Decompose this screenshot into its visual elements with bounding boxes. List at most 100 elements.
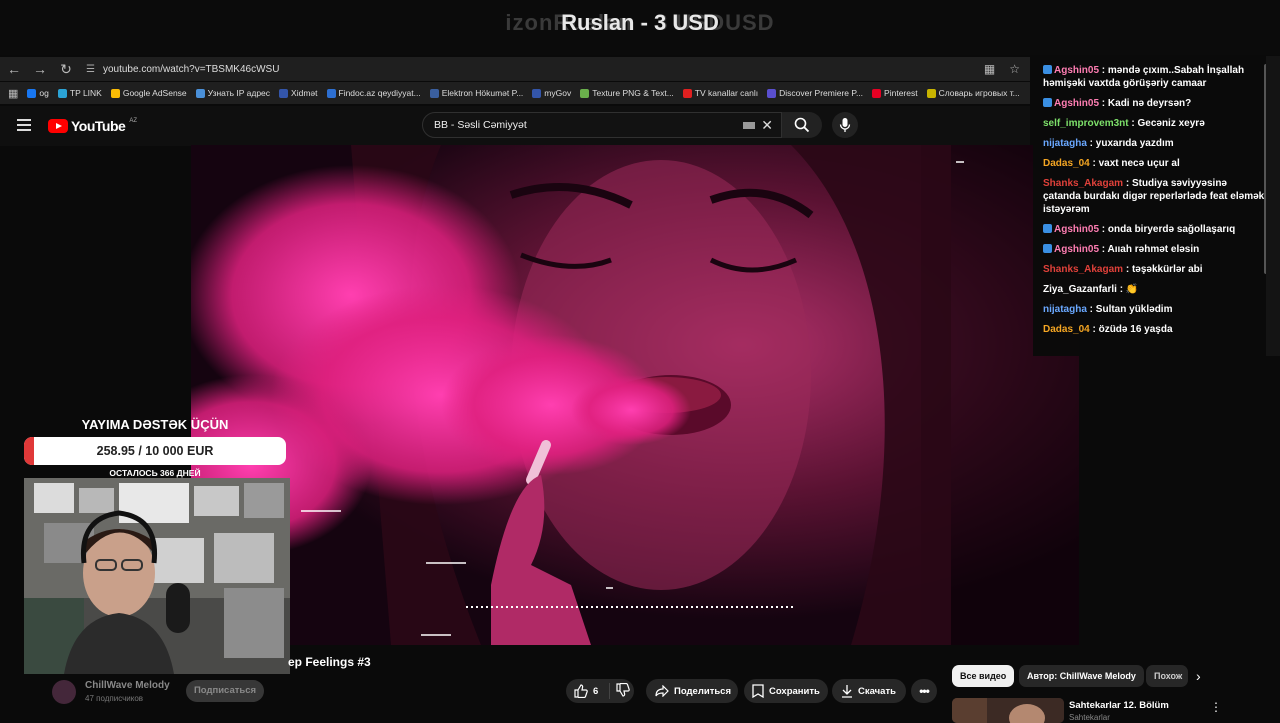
bookmark-label: Xidmət <box>291 88 318 98</box>
like-button[interactable]: 6 <box>566 683 610 699</box>
video-title: ep Feelings #3 <box>288 655 371 669</box>
chat-username: Agshin05 <box>1054 224 1100 235</box>
chat-message: nijatagha : yuxarıda yazdım <box>1033 134 1270 154</box>
recommended-thumbnail <box>952 698 1064 723</box>
youtube-play-icon <box>48 119 68 133</box>
bookmark-favicon-icon <box>195 88 205 98</box>
dislike-button[interactable] <box>610 682 630 700</box>
chat-separator: : <box>1116 284 1126 295</box>
chat-message: Dadas_04 : özüdə 16 yaşda <box>1033 320 1270 340</box>
bookmark-item[interactable]: og <box>27 88 49 98</box>
chat-separator: : <box>1089 324 1099 335</box>
channel-avatar[interactable] <box>52 680 76 704</box>
chat-message: Agshin05 : məndə çıxım..Sabah İnşallah h… <box>1033 61 1270 94</box>
recommended-channel: Sahtekarlar <box>1069 713 1110 722</box>
bookmark-item[interactable]: Findoc.az qeydiyyat... <box>326 88 421 98</box>
bookmark-label: Findoc.az qeydiyyat... <box>338 88 421 98</box>
chip-author[interactable]: Автор: ChillWave Melody <box>1019 665 1144 687</box>
webcam-image <box>24 478 290 674</box>
more-icon: ••• <box>919 684 930 698</box>
bookmark-label: Google AdSense <box>122 88 187 98</box>
share-icon <box>655 685 669 697</box>
chat-username: Ziya_Gazanfarli <box>1043 284 1117 295</box>
clear-search-icon[interactable]: ✕ <box>761 117 773 134</box>
chat-separator: : <box>1086 138 1096 149</box>
bookmark-item[interactable]: Xidmət <box>279 88 318 98</box>
chat-text: yuxarıda yazdım <box>1095 138 1174 149</box>
voice-search-button[interactable] <box>832 112 858 138</box>
download-button[interactable]: Скачать <box>832 679 906 703</box>
chat-separator: : <box>1099 224 1108 235</box>
bookmark-item[interactable]: myGov <box>532 88 571 98</box>
bookmark-label: myGov <box>544 88 572 98</box>
thumbs-up-icon <box>574 684 588 698</box>
bookmark-favicon-icon <box>279 88 289 98</box>
save-button[interactable]: Сохранить <box>744 679 828 703</box>
search-button[interactable] <box>782 112 822 138</box>
chat-separator: : <box>1099 244 1108 255</box>
bookmark-item[interactable]: Discover Premiere P... <box>767 88 863 98</box>
video-frame-image <box>191 145 1079 645</box>
more-actions-button[interactable]: ••• <box>911 679 937 703</box>
bookmark-star-icon[interactable]: ☆ <box>1009 62 1020 76</box>
thumbs-down-icon <box>616 682 630 697</box>
search-input[interactable]: BB - Səsli Cəmiyyət ✕ <box>422 112 782 138</box>
bookmark-item[interactable]: Узнать IP адрес <box>195 88 270 98</box>
bookmark-item[interactable]: Словарь игровых т... <box>926 88 1020 98</box>
menu-icon[interactable] <box>17 119 31 134</box>
save-icon <box>752 684 764 698</box>
url-text: youtube.com/watch?v=TBSMK46cWSU <box>102 63 280 75</box>
recommended-more-icon[interactable]: ⋮ <box>1210 700 1222 714</box>
apps-grid-icon[interactable]: ▦ <box>8 87 18 100</box>
bookmark-label: Discover Premiere P... <box>779 88 864 98</box>
stream-title: Ruslan - 3 USD <box>561 10 719 35</box>
like-count: 6 <box>593 685 599 697</box>
chat-text: özüdə 16 yaşda <box>1098 324 1173 335</box>
right-edge-panel <box>1266 56 1280 356</box>
bookmark-item[interactable]: TV kanallar canlı <box>682 88 758 98</box>
video-player[interactable] <box>191 145 1079 645</box>
chat-separator: : <box>1123 264 1132 275</box>
bookmark-item[interactable]: Pinterest <box>872 88 918 98</box>
chips-next-icon[interactable]: › <box>1196 668 1201 684</box>
donation-amount: 258.95 / 10 000 EUR <box>96 444 214 458</box>
bookmark-item[interactable]: Google AdSense <box>110 88 187 98</box>
microphone-icon <box>839 118 851 132</box>
reload-icon[interactable]: ↻ <box>54 61 78 78</box>
search-query: BB - Səsli Cəmiyyət <box>434 119 527 131</box>
chat-text: Gecəniz xeyrə <box>1137 118 1205 129</box>
chat-separator: : <box>1089 158 1099 169</box>
chat-badge-icon <box>1043 224 1052 233</box>
bookmark-favicon-icon <box>326 88 336 98</box>
chip-all-videos[interactable]: Все видео <box>952 665 1015 687</box>
chat-username: Shanks_Akagam <box>1043 178 1124 189</box>
streamer-webcam <box>24 478 290 674</box>
download-label: Скачать <box>858 685 896 697</box>
keyboard-icon[interactable] <box>743 121 756 129</box>
bookmark-favicon-icon <box>429 88 439 98</box>
share-button[interactable]: Поделиться <box>646 679 738 703</box>
bookmark-favicon-icon <box>872 88 882 98</box>
back-icon[interactable]: ← <box>2 61 26 77</box>
site-info-icon[interactable]: ☰ <box>86 64 95 75</box>
chat-separator: : <box>1123 178 1132 189</box>
chat-text: Aııah rəhmət eləsin <box>1107 244 1200 255</box>
stream-chat-overlay: Agshin05 : məndə çıxım..Sabah İnşallah h… <box>1033 58 1270 356</box>
install-app-icon[interactable]: ▦ <box>984 62 995 76</box>
bookmarks-bar: ▦ og TP LINK Google AdSense Узнать IP адрес… <box>0 82 1030 104</box>
browser-address-bar: ← → ↻ ☰ youtube.com/watch?v=TBSMK46cWSU … <box>0 57 1030 81</box>
subscribe-button[interactable]: Подписаться <box>186 680 264 702</box>
bookmark-label: TP LINK <box>69 88 102 98</box>
chat-message: nijatagha : Sultan yüklədim <box>1033 300 1270 320</box>
url-field[interactable]: ☰ youtube.com/watch?v=TBSMK46cWSU <box>86 64 279 75</box>
chat-message: Agshin05 : Kadi nə deyrsən? <box>1033 94 1270 114</box>
chat-message: Agshin05 : Aııah rəhmət eləsin <box>1033 240 1270 260</box>
bookmark-item[interactable]: Texture PNG & Text... <box>580 88 674 98</box>
bookmark-favicon-icon <box>682 88 692 98</box>
bookmark-item[interactable]: TP LINK <box>57 88 102 98</box>
bookmark-item[interactable]: Elektron Hökumət P... <box>429 88 523 98</box>
forward-icon[interactable]: → <box>28 61 52 77</box>
youtube-logo[interactable]: YouTube AZ <box>48 118 137 134</box>
chip-similar[interactable]: Похож <box>1146 665 1188 687</box>
channel-name[interactable]: ChillWave Melody <box>85 680 170 691</box>
